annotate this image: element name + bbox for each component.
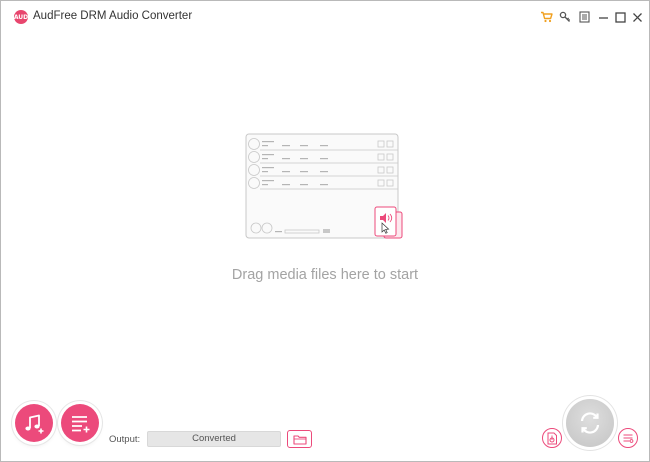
add-playlist-button[interactable] — [61, 404, 99, 442]
cart-button[interactable] — [538, 9, 554, 25]
playlist-add-icon — [72, 416, 90, 433]
convert-icon — [580, 412, 600, 434]
app-logo: AUD — [14, 10, 28, 24]
output-label: Output: — [109, 434, 141, 445]
settings-list-icon — [623, 434, 634, 443]
title-bar: AUD AudFree DRM Audio Converter — [1, 1, 649, 33]
convert-button[interactable] — [566, 399, 614, 447]
add-files-button[interactable] — [15, 404, 53, 442]
maximize-icon — [614, 11, 626, 23]
format-button[interactable] — [542, 428, 562, 448]
maximize-button[interactable] — [612, 9, 628, 25]
output-path-field[interactable]: Converted — [147, 431, 281, 447]
close-button[interactable] — [629, 9, 645, 25]
output-settings-button[interactable] — [618, 428, 638, 448]
drop-hint: Drag media files here to start — [231, 267, 419, 283]
menu-button[interactable] — [576, 9, 592, 25]
cart-icon — [540, 11, 553, 23]
music-note-add-icon — [25, 414, 44, 434]
drop-illustration — [245, 133, 403, 239]
format-icon — [547, 432, 557, 444]
minimize-icon — [598, 16, 608, 19]
minimize-button[interactable] — [595, 9, 611, 25]
open-folder-button[interactable] — [287, 430, 312, 448]
close-icon — [632, 12, 642, 22]
menu-icon — [578, 11, 590, 23]
key-icon — [559, 11, 571, 22]
app-title: AudFree DRM Audio Converter — [33, 10, 193, 22]
app-window: AUD AudFree DRM Audio Converter Drag med… — [0, 0, 650, 462]
register-button[interactable] — [557, 9, 573, 25]
folder-icon — [292, 434, 307, 445]
app-logo-text: AUD — [13, 13, 29, 21]
